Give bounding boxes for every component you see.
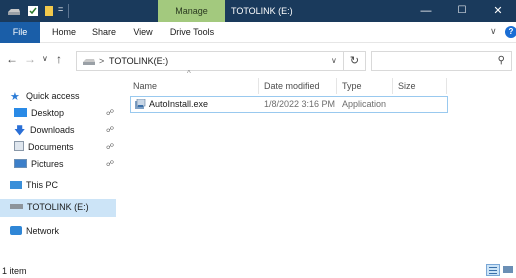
sidebar-item-label: Documents — [28, 142, 74, 152]
expand-ribbon-icon[interactable]: ∨ — [490, 26, 497, 37]
address-bar[interactable]: > TOTOLINK(E:) ∨ — [76, 51, 344, 71]
toolbar-divider — [68, 4, 69, 18]
forward-arrow-icon[interactable]: → — [24, 52, 36, 66]
pin-icon[interactable]: ☍ — [106, 159, 114, 168]
sidebar-item-drive[interactable]: TOTOLINK (E:) — [10, 199, 89, 216]
network-icon — [10, 226, 22, 235]
sidebar-item-label: Network — [26, 226, 60, 236]
drive-icon — [10, 204, 23, 209]
column-divider[interactable] — [446, 78, 447, 94]
tab-view[interactable]: View — [129, 22, 157, 43]
documents-icon — [14, 141, 24, 151]
refresh-button[interactable]: ↻ — [344, 51, 366, 71]
star-icon: ★ — [10, 91, 20, 103]
refresh-icon: ↻ — [349, 55, 360, 67]
large-icons-view-icon — [503, 266, 513, 273]
computer-icon — [10, 181, 22, 189]
tab-home[interactable]: Home — [47, 22, 81, 43]
drive-icon[interactable] — [7, 5, 21, 17]
column-header-type[interactable]: Type — [342, 77, 362, 95]
sort-ascending-icon: ^ — [187, 69, 191, 78]
file-type: Application — [342, 99, 387, 109]
sidebar-item-label: TOTOLINK (E:) — [27, 202, 89, 212]
breadcrumb-separator[interactable]: > — [99, 56, 104, 66]
search-icon: ⚲ — [497, 55, 505, 66]
address-row: ← → ∨ ↑ > TOTOLINK(E:) ∨ ↻ ⚲ — [0, 43, 516, 75]
details-view-button[interactable] — [486, 264, 500, 276]
column-header-date-modified[interactable]: Date modified — [264, 77, 320, 95]
sidebar-item-network[interactable]: Network — [10, 223, 59, 240]
breadcrumb-drive[interactable]: TOTOLINK(E:) — [109, 56, 168, 66]
column-header-size[interactable]: Size — [398, 77, 416, 95]
pin-icon[interactable]: ☍ — [106, 142, 114, 151]
download-arrow-icon: 🡇 — [14, 125, 26, 137]
file-date-modified: 1/8/2022 3:16 PM — [264, 99, 336, 109]
column-header-name[interactable]: Name — [133, 77, 157, 95]
column-divider[interactable] — [392, 78, 393, 94]
column-divider[interactable] — [336, 78, 337, 94]
installer-icon — [135, 99, 146, 109]
sidebar-item-label: Desktop — [31, 108, 65, 118]
drive-icon — [83, 59, 95, 65]
tab-file[interactable]: File — [0, 22, 40, 43]
nav-quick-access[interactable]: ★ Quick access — [10, 88, 80, 105]
details-view-icon — [489, 267, 497, 274]
pin-icon[interactable]: ☍ — [106, 108, 114, 117]
minimize-button[interactable]: — — [408, 0, 444, 22]
close-button[interactable]: ✕ — [480, 0, 516, 22]
sidebar-item-pictures[interactable]: Pictures — [14, 156, 64, 173]
help-icon[interactable]: ? — [505, 26, 516, 38]
new-folder-icon[interactable] — [44, 5, 54, 17]
column-divider[interactable] — [258, 78, 259, 94]
back-arrow-icon[interactable]: ← — [6, 52, 18, 66]
quick-access-toolbar-dropdown-icon[interactable]: = — [58, 4, 63, 14]
window-title: TOTOLINK (E:) — [231, 6, 293, 16]
maximize-button[interactable]: ☐ — [444, 0, 480, 22]
desktop-folder-icon — [14, 108, 27, 117]
nav-quick-access-label: Quick access — [26, 91, 80, 101]
sidebar-item-this-pc[interactable]: This PC — [10, 177, 58, 194]
up-arrow-icon[interactable]: ↑ — [56, 52, 62, 66]
sidebar-item-label: Pictures — [31, 159, 64, 169]
ribbon-tabs: File Home Share View Drive Tools ∨ ? — [0, 22, 516, 43]
address-dropdown-icon[interactable]: ∨ — [331, 56, 337, 65]
sidebar-item-label: Downloads — [30, 125, 75, 135]
sidebar-item-downloads[interactable]: 🡇 Downloads — [14, 122, 75, 139]
tab-share[interactable]: Share — [88, 22, 120, 43]
tab-drive-tools[interactable]: Drive Tools — [163, 22, 221, 43]
recent-locations-icon[interactable]: ∨ — [42, 54, 48, 63]
search-input[interactable]: ⚲ — [371, 51, 512, 71]
status-item-count: 1 item — [2, 266, 27, 276]
checkmark-properties-icon[interactable] — [27, 5, 39, 17]
table-row[interactable]: AutoInstall.exe 1/8/2022 3:16 PM Applica… — [130, 96, 448, 113]
sidebar-item-desktop[interactable]: Desktop — [14, 105, 64, 122]
pin-icon[interactable]: ☍ — [106, 125, 114, 134]
large-icons-view-button[interactable] — [502, 264, 516, 276]
tab-manage[interactable]: Manage — [158, 0, 225, 22]
file-name: AutoInstall.exe — [149, 99, 209, 109]
sidebar-item-label: This PC — [26, 180, 59, 190]
pictures-icon — [14, 159, 27, 168]
sidebar-item-documents[interactable]: Documents — [14, 139, 74, 156]
title-bar: = Manage TOTOLINK (E:) — ☐ ✕ — [0, 0, 516, 22]
